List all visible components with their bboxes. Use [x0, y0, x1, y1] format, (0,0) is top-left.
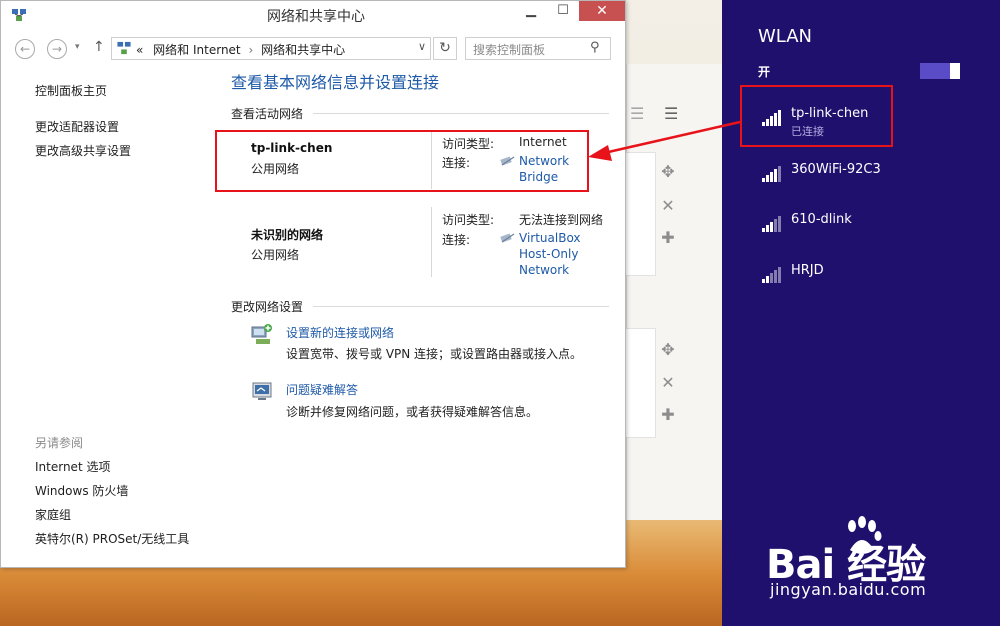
navigation-bar: ← → ▾ ↑ « 网络和 Internet › 网络和共享中心 ∨ ↻ 搜索控…	[1, 31, 625, 65]
troubleshoot-link[interactable]: 问题疑难解答	[286, 381, 358, 398]
wifi-signal-icon	[762, 166, 784, 182]
refresh-button[interactable]: ↻	[433, 37, 457, 60]
network-sharing-center-window: 网络和共享中心 ▁ ☐ ✕ ← → ▾ ↑ « 网络和 Internet › 网…	[0, 0, 626, 568]
forward-button[interactable]: →	[47, 39, 67, 59]
close-button[interactable]: ✕	[579, 1, 625, 21]
windows-firewall-link[interactable]: Windows 防火墙	[35, 482, 128, 499]
move-icon: ✥	[661, 340, 675, 359]
network-center-icon	[12, 9, 26, 21]
maximize-button[interactable]: ☐	[547, 1, 579, 21]
page-title: 查看基本网络信息并设置连接	[231, 73, 440, 92]
up-button[interactable]: ↑	[93, 39, 105, 55]
network-center-icon	[117, 41, 131, 55]
address-bar[interactable]: « 网络和 Internet › 网络和共享中心 ∨	[111, 37, 431, 60]
breadcrumb-separator: ›	[248, 43, 254, 57]
list-view-icon: ☰	[630, 104, 645, 123]
section-divider	[313, 113, 609, 114]
search-placeholder: 搜索控制面板	[473, 43, 546, 57]
section-divider	[313, 306, 609, 307]
left-navigation: 控制面板主页 更改适配器设置 更改高级共享设置 另请参阅 Internet 选项…	[1, 65, 216, 565]
connections-label: 连接:	[442, 233, 471, 247]
setup-connection-description: 设置宽带、拨号或 VPN 连接；或设置路由器或接入点。	[286, 347, 583, 361]
window-title: 网络和共享中心	[267, 9, 365, 25]
network-profile-link[interactable]: 公用网络	[251, 246, 299, 263]
virtualbox-link-line3: Network	[519, 263, 570, 277]
search-input[interactable]: 搜索控制面板 ⚲	[465, 37, 611, 60]
see-also-heading: 另请参阅	[35, 436, 84, 450]
close-icon: ✕	[661, 373, 675, 392]
change-adapter-settings-link[interactable]: 更改适配器设置	[35, 118, 119, 135]
wlan-toggle[interactable]	[920, 63, 960, 79]
watermark-url: jingyan.baidu.com	[770, 580, 927, 599]
wifi-network-item[interactable]: 360WiFi-92C3	[758, 162, 958, 198]
access-type-value: 无法连接到网络	[519, 213, 604, 227]
background-app-panel	[626, 64, 722, 520]
active-networks-heading: 查看活动网络	[231, 107, 304, 121]
wifi-network-name: 610-dlink	[791, 212, 852, 227]
wifi-network-name: HRJD	[791, 263, 824, 278]
access-type-label: 访问类型:	[442, 213, 495, 227]
column-divider	[431, 207, 432, 277]
wlan-switch-label: 开	[758, 65, 771, 79]
breadcrumb: « 网络和 Internet › 网络和共享中心	[136, 41, 345, 58]
wlan-title: WLAN	[758, 26, 813, 47]
background-card	[626, 152, 656, 276]
background-card	[626, 328, 656, 438]
minimize-button[interactable]: ▁	[515, 1, 547, 21]
troubleshoot-icon	[252, 382, 272, 400]
virtualbox-adapter-link[interactable]: VirtualBox Host-Only Network	[519, 230, 581, 278]
wifi-signal-icon	[762, 216, 784, 232]
chevron-down-icon[interactable]: ∨	[418, 40, 426, 53]
title-bar[interactable]: 网络和共享中心 ▁ ☐ ✕	[1, 1, 625, 31]
control-panel-home-link[interactable]: 控制面板主页	[35, 82, 107, 99]
breadcrumb-prefix[interactable]: «	[136, 43, 143, 57]
wifi-network-item[interactable]: HRJD	[758, 263, 958, 299]
back-button[interactable]: ←	[15, 39, 35, 59]
breadcrumb-sharing-center[interactable]: 网络和共享中心	[261, 43, 345, 57]
change-settings-heading: 更改网络设置	[231, 300, 304, 314]
virtualbox-link-line1: VirtualBox	[519, 231, 581, 245]
network-adapter-icon	[500, 233, 515, 243]
change-advanced-sharing-link[interactable]: 更改高级共享设置	[35, 142, 131, 159]
homegroup-link[interactable]: 家庭组	[35, 506, 71, 523]
troubleshoot-description: 诊断并修复网络问题，或者获得疑难解答信息。	[286, 405, 539, 419]
details-view-icon: ☰	[664, 104, 679, 123]
new-connection-icon	[251, 324, 272, 344]
breadcrumb-network-internet[interactable]: 网络和 Internet	[153, 43, 240, 57]
move-icon: ✥	[661, 162, 675, 181]
virtualbox-link-line2: Host-Only	[519, 247, 579, 261]
highlight-box	[215, 130, 589, 192]
close-icon: ✕	[661, 196, 675, 215]
wifi-signal-icon	[762, 267, 784, 283]
wifi-network-item[interactable]: 610-dlink	[758, 212, 958, 248]
highlight-box	[740, 85, 893, 147]
setup-connection-link[interactable]: 设置新的连接或网络	[286, 324, 394, 341]
toggle-knob	[950, 63, 960, 79]
add-icon: ✚	[661, 228, 675, 247]
recent-locations-icon[interactable]: ▾	[75, 42, 80, 52]
network-name: 未识别的网络	[251, 228, 324, 242]
wifi-network-name: 360WiFi-92C3	[791, 162, 881, 177]
internet-options-link[interactable]: Internet 选项	[35, 458, 110, 475]
search-icon[interactable]: ⚲	[590, 40, 600, 55]
add-icon: ✚	[661, 405, 675, 424]
intel-proset-link[interactable]: 英特尔(R) PROSet/无线工具	[35, 530, 189, 547]
baidu-watermark: Bai 经验 jingyan.baidu.com	[764, 514, 994, 614]
